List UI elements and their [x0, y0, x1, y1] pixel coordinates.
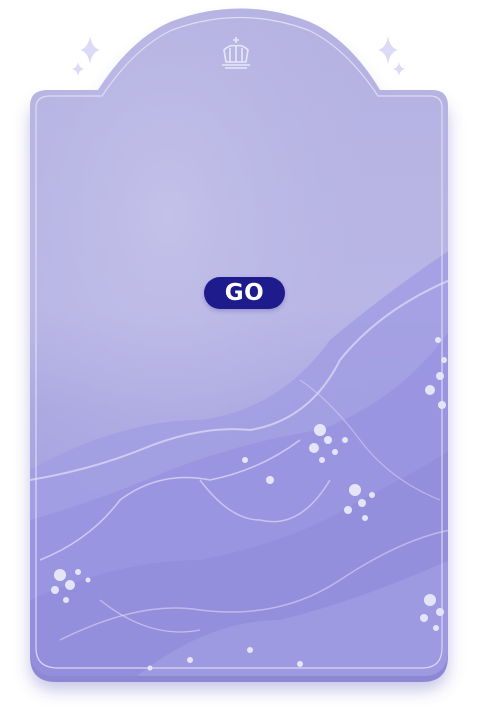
go-button[interactable]: GO: [204, 277, 285, 309]
sparkle-icon: [378, 36, 405, 76]
game-screen: GO: [0, 0, 480, 720]
arched-card: [30, 8, 448, 682]
crown-icon: [222, 37, 250, 69]
sparkle-icon: [72, 36, 100, 76]
